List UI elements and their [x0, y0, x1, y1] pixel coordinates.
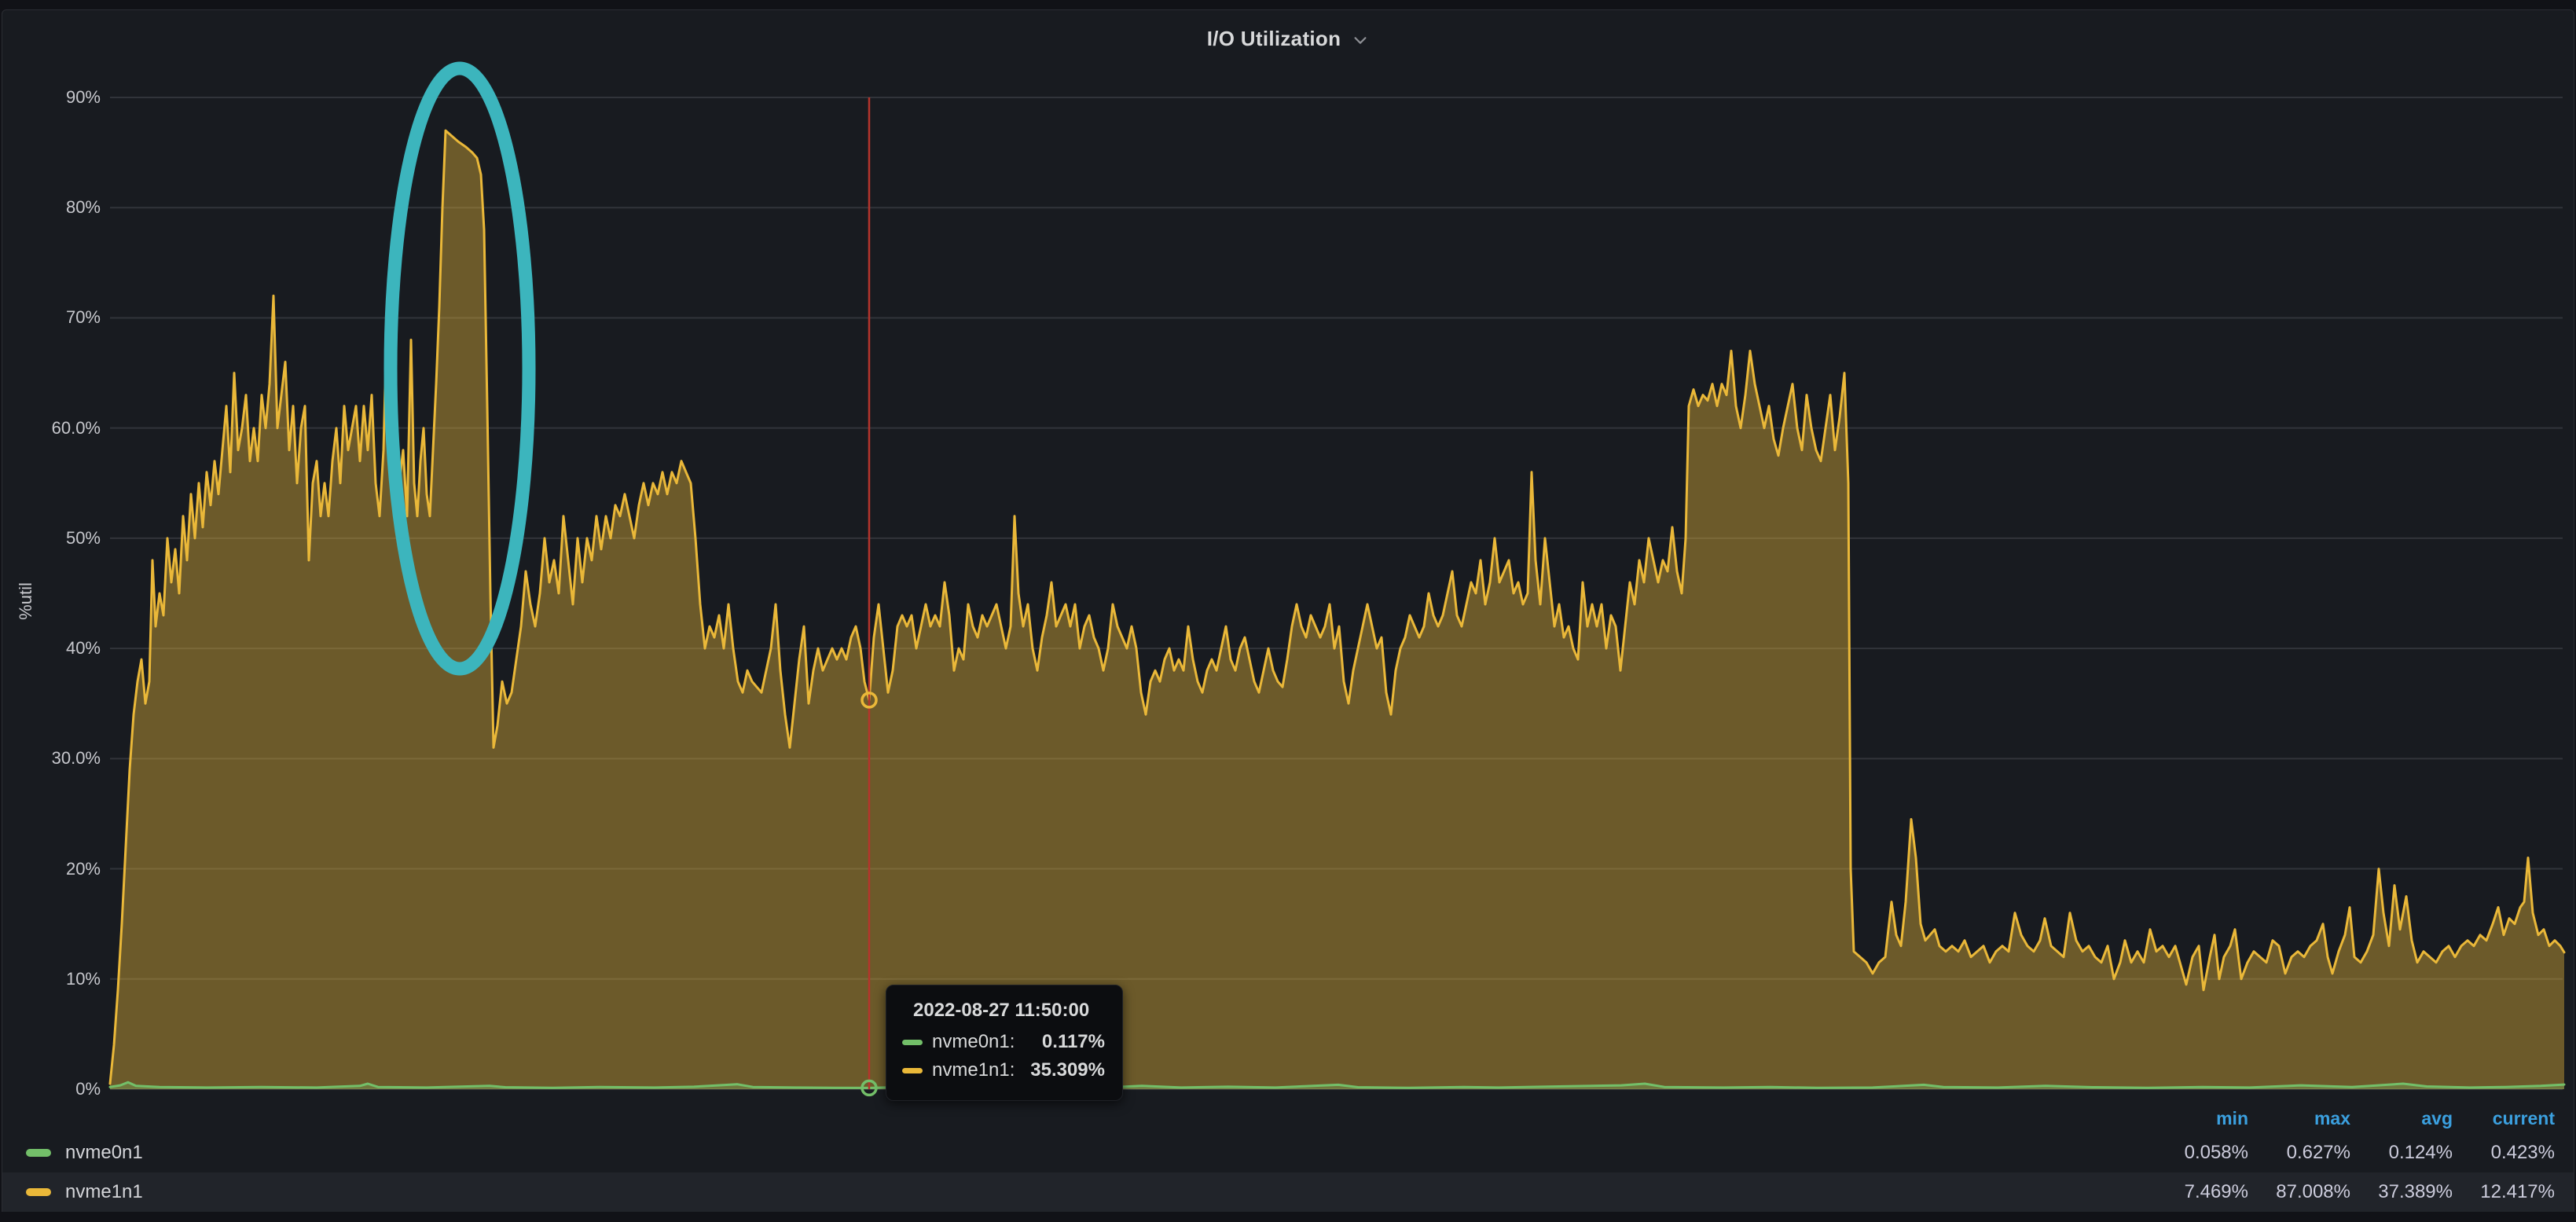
legend-row-nvme0n1: nvme0n1 0.058%0.627%0.124%0.423%: [2, 1133, 2574, 1172]
y-axis-tick-label: 30.0%: [14, 748, 101, 769]
legend-stat-header-min[interactable]: min: [2146, 1108, 2248, 1129]
tooltip-series-value: 0.117%: [1042, 1031, 1105, 1053]
tooltip-series-name: nvme1n1:: [932, 1059, 1015, 1081]
legend-series-name[interactable]: nvme1n1: [65, 1181, 143, 1203]
tooltip-timestamp: 2022-08-27 11:50:00: [913, 1000, 1105, 1022]
y-axis-tick-label: 50%: [14, 528, 101, 549]
y-axis-tick-label: 40%: [14, 638, 101, 659]
legend-stat-header-current[interactable]: current: [2453, 1108, 2555, 1129]
chart-canvas[interactable]: [2, 10, 2576, 1222]
legend-stat-avg-nvme1n1: 37.389%: [2350, 1181, 2453, 1203]
y-axis-tick-label: 60.0%: [14, 418, 101, 439]
legend-stat-current-nvme1n1: 12.417%: [2453, 1181, 2555, 1203]
y-axis-tick-label: 0%: [14, 1079, 101, 1099]
legend-stat-header-max[interactable]: max: [2248, 1108, 2350, 1129]
y-axis-tick-label: 70%: [14, 307, 101, 328]
series-color-dash-icon: [902, 1040, 923, 1045]
y-axis-title: %util: [16, 582, 36, 620]
series-color-swatch-icon[interactable]: [26, 1188, 51, 1196]
legend-stat-max-nvme1n1: 87.008%: [2248, 1181, 2350, 1203]
series-area-nvme1n1: [110, 130, 2564, 1089]
legend-series-toggle-nvme0n1[interactable]: nvme0n1: [2, 1142, 2146, 1164]
series-color-dash-icon: [902, 1068, 923, 1073]
legend-row-nvme1n1: nvme1n1 7.469%87.008%37.389%12.417%: [2, 1172, 2574, 1212]
legend-stat-avg-nvme0n1: 0.124%: [2350, 1142, 2453, 1164]
legend-stat-max-nvme0n1: 0.627%: [2248, 1142, 2350, 1164]
legend-stat-current-nvme0n1: 0.423%: [2453, 1142, 2555, 1164]
y-axis-tick-label: 90%: [14, 87, 101, 108]
tooltip-series-value: 35.309%: [1030, 1059, 1105, 1081]
io-utilization-panel: I/O Utilization 0%10%20%30.0%40%50%60.0%…: [2, 9, 2574, 1212]
legend-stats-header: minmaxavgcurrent: [2, 1104, 2574, 1133]
legend-stat-min-nvme1n1: 7.469%: [2146, 1181, 2248, 1203]
legend-stat-min-nvme0n1: 0.058%: [2146, 1142, 2248, 1164]
tooltip-series-name: nvme0n1:: [932, 1031, 1015, 1053]
tooltip-row-nvme1n1: nvme1n1: 35.309%: [902, 1059, 1105, 1081]
y-axis-tick-label: 80%: [14, 197, 101, 218]
grafana-dashboard: { "panel": { "title": "I/O Utilization" …: [0, 0, 2576, 1212]
legend-stat-header-avg[interactable]: avg: [2350, 1108, 2453, 1129]
y-axis-tick-label: 20%: [14, 859, 101, 879]
legend-series-name[interactable]: nvme0n1: [65, 1142, 143, 1164]
legend: minmaxavgcurrent nvme0n1 0.058%0.627%0.12…: [2, 1104, 2574, 1212]
series-color-swatch-icon[interactable]: [26, 1149, 51, 1157]
tooltip-row-nvme0n1: nvme0n1: 0.117%: [902, 1031, 1105, 1053]
legend-series-toggle-nvme1n1[interactable]: nvme1n1: [2, 1181, 2146, 1203]
time-series-chart[interactable]: 0% 10% 20% 30.0% 40% 50% 60.0% 70% 80% 90% %util: [2, 10, 2574, 1212]
chart-tooltip: 2022-08-27 11:50:00 nvme0n1: 0.117% nvme1n…: [886, 985, 1123, 1101]
y-axis-tick-label: 10%: [14, 969, 101, 989]
